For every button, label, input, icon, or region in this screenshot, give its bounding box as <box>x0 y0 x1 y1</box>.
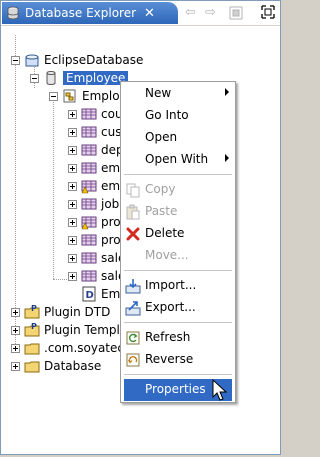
context-menu: New Go Into Open Open With Copy Paste De… <box>120 81 236 403</box>
menu-item-move[interactable]: Move... <box>121 245 235 267</box>
project-folder-icon: P <box>24 304 40 319</box>
tree-item-table[interactable]: pro <box>68 231 121 249</box>
import-icon <box>125 279 141 294</box>
menu-separator <box>124 174 232 175</box>
view-title: Database Explorer <box>25 6 137 20</box>
menu-item-copy[interactable]: Copy <box>121 179 235 201</box>
export-icon <box>125 301 141 316</box>
expand-toggle[interactable] <box>11 325 20 335</box>
menu-item-new[interactable]: New <box>121 83 235 105</box>
tree-item-table[interactable]: cus <box>68 123 121 141</box>
paste-icon <box>126 204 140 220</box>
expand-toggle[interactable] <box>68 217 77 227</box>
menu-separator <box>124 322 232 323</box>
menu-item-reverse[interactable]: Reverse <box>121 349 235 371</box>
folder-icon <box>24 361 40 373</box>
folder-icon <box>24 343 40 355</box>
expand-toggle[interactable] <box>68 199 77 209</box>
table-warning-icon <box>81 216 97 230</box>
expand-toggle[interactable] <box>68 127 77 137</box>
expand-toggle[interactable] <box>68 109 77 119</box>
menu-separator <box>124 270 232 271</box>
reverse-icon <box>126 353 140 367</box>
tree-item-plugin-dtd[interactable]: P Plugin DTD <box>11 303 110 321</box>
table-icon <box>81 126 97 138</box>
back-arrow-icon[interactable]: ⇦ <box>185 5 196 20</box>
tree-item-table[interactable]: dep <box>68 141 124 159</box>
svg-text:P: P <box>31 322 37 331</box>
view-tab[interactable]: Database Explorer ✕ <box>2 2 178 24</box>
table-icon <box>81 270 97 282</box>
tree-item-table[interactable]: sale <box>68 249 125 267</box>
project-folder-icon: P <box>24 322 40 337</box>
table-icon <box>81 162 97 174</box>
expand-toggle[interactable] <box>68 235 77 245</box>
diagram-icon <box>63 89 76 103</box>
collapse-toggle[interactable] <box>30 73 39 83</box>
expand-toggle[interactable] <box>11 361 20 371</box>
database-connection-icon <box>25 54 39 67</box>
tree-item-employee-schema[interactable]: Employee <box>30 69 129 87</box>
tree-item-table[interactable]: pro <box>68 213 121 231</box>
maximize-icon[interactable] <box>260 4 276 20</box>
table-icon <box>81 198 97 210</box>
svg-text:D: D <box>86 290 94 301</box>
menu-item-open[interactable]: Open <box>121 127 235 149</box>
expand-toggle[interactable] <box>68 145 77 155</box>
expand-toggle[interactable] <box>68 181 77 191</box>
tree-item-table[interactable]: em <box>68 177 120 195</box>
tree-item-soyatec[interactable]: .com.soyatec <box>11 339 124 357</box>
submenu-arrow-icon <box>225 154 229 162</box>
submenu-arrow-icon <box>225 88 229 96</box>
menu-item-delete[interactable]: Delete <box>121 223 235 245</box>
tree-item-database[interactable]: Database <box>11 357 101 375</box>
menu-item-export[interactable]: Export... <box>121 297 235 319</box>
menu-item-open-with[interactable]: Open With <box>121 149 235 171</box>
refresh-icon <box>126 331 140 345</box>
view-title-bar: Database Explorer ✕ ⇦ ⇨ <box>1 1 280 26</box>
diagram-file-icon: D <box>82 286 96 302</box>
table-icon <box>81 234 97 246</box>
tree-item-table[interactable]: em <box>68 159 120 177</box>
menu-item-go-into[interactable]: Go Into <box>121 105 235 127</box>
copy-icon <box>126 183 140 198</box>
table-icon <box>81 108 97 120</box>
delete-icon <box>126 227 140 241</box>
mouse-cursor-icon <box>212 379 228 401</box>
tree-item-table[interactable]: job <box>68 195 119 213</box>
expand-toggle[interactable] <box>68 163 77 173</box>
table-icon <box>81 252 97 264</box>
collapse-toggle[interactable] <box>11 55 20 65</box>
menu-separator <box>124 374 232 375</box>
menu-item-paste[interactable]: Paste <box>121 201 235 223</box>
schema-icon <box>46 71 56 85</box>
menu-item-import[interactable]: Import... <box>121 275 235 297</box>
tree-item-diagram[interactable]: D Em <box>81 285 120 303</box>
tree-item-plugin-template[interactable]: P Plugin Templat <box>11 321 132 339</box>
expand-toggle[interactable] <box>11 307 20 317</box>
svg-text:P: P <box>31 304 37 313</box>
close-icon[interactable]: ✕ <box>144 6 155 21</box>
tree-item-eclipsedatabase[interactable]: EclipseDatabase <box>11 51 143 69</box>
collapse-toggle[interactable] <box>49 91 58 101</box>
link-icon[interactable] <box>229 6 243 20</box>
forward-arrow-icon[interactable]: ⇨ <box>205 5 216 20</box>
expand-toggle[interactable] <box>11 343 20 353</box>
table-warning-icon <box>81 180 97 194</box>
tree-item-table[interactable]: sale <box>68 267 125 285</box>
expand-toggle[interactable] <box>68 253 77 263</box>
database-icon <box>7 6 19 20</box>
table-icon <box>81 144 97 156</box>
expand-toggle[interactable] <box>68 271 77 281</box>
menu-item-refresh[interactable]: Refresh <box>121 327 235 349</box>
tree-item-table[interactable]: cou <box>68 105 123 123</box>
